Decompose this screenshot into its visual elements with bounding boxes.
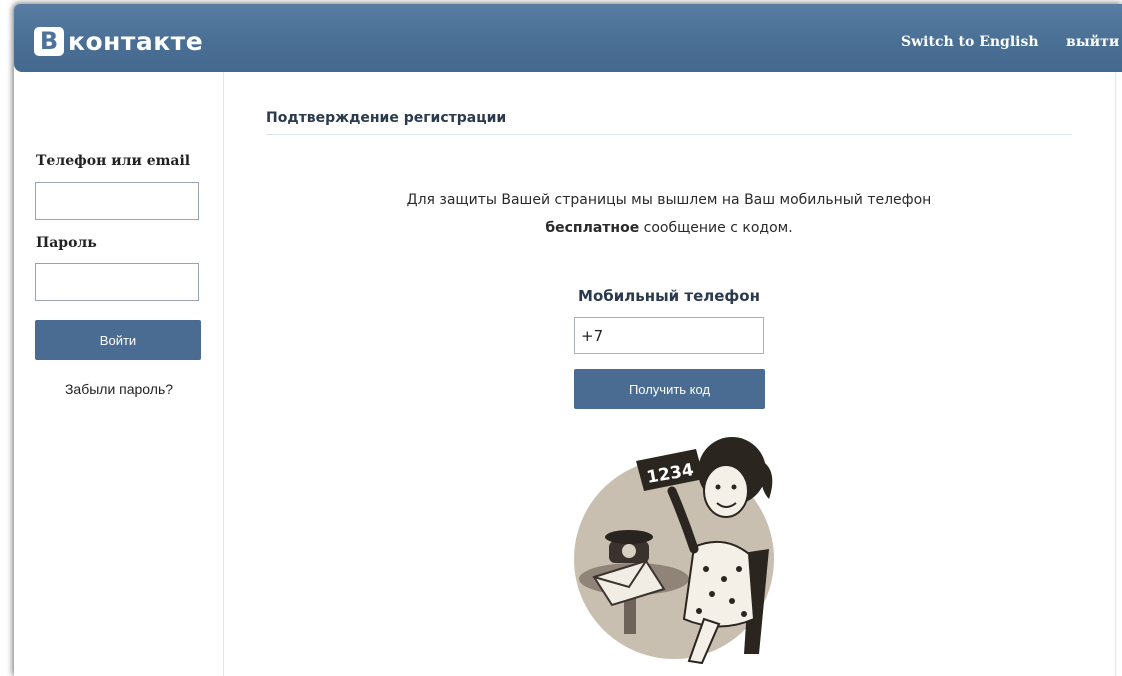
telephone-icon — [605, 530, 653, 563]
mobile-phone-label: Мобильный телефон — [578, 287, 760, 305]
content-right-border — [1115, 72, 1116, 676]
page-title: Подтверждение регистрации — [266, 110, 507, 126]
switch-language-link[interactable]: Switch to English — [901, 34, 1039, 50]
login-button[interactable]: Войти — [35, 320, 201, 360]
info-text-line-1: Для защиты Вашей страницы мы вышлем на В… — [406, 192, 932, 208]
phone-email-input[interactable] — [35, 182, 199, 220]
top-bar: В контакте Switch to English выйти — [14, 4, 1122, 72]
woman-with-code-sign-illustration: 1234 — [574, 437, 774, 665]
logo-text: контакте — [68, 26, 204, 56]
app-window: В контакте Switch to English выйти Телеф… — [14, 4, 1122, 676]
info-bold-word: бесплатное — [545, 220, 640, 236]
logo-badge: В — [34, 26, 64, 56]
password-label: Пароль — [36, 235, 97, 251]
logout-link[interactable]: выйти — [1066, 34, 1119, 50]
get-code-button[interactable]: Получить код — [574, 369, 765, 409]
info-text-rest: сообщение с кодом. — [639, 220, 793, 236]
woman-head-icon — [698, 437, 773, 518]
login-sidebar: Телефон или email Пароль Войти Забыли па… — [14, 72, 223, 676]
phone-email-label: Телефон или email — [36, 153, 191, 169]
sidebar-divider — [223, 72, 224, 676]
mobile-phone-input[interactable] — [574, 317, 764, 354]
info-text-line-2: бесплатное сообщение с кодом. — [266, 220, 1072, 236]
vk-logo[interactable]: В контакте — [34, 26, 203, 56]
forgot-password-link[interactable]: Забыли пароль? — [14, 381, 224, 397]
title-divider — [266, 134, 1072, 135]
password-input[interactable] — [35, 263, 199, 301]
